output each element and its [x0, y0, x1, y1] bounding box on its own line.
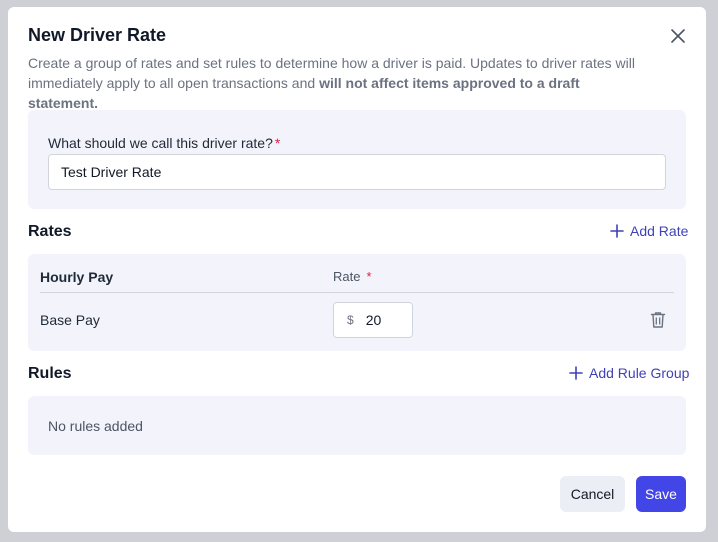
- empty-rules-text: No rules added: [48, 418, 143, 434]
- trash-icon[interactable]: [650, 311, 666, 329]
- close-button[interactable]: [669, 27, 687, 45]
- name-field-label: What should we call this driver rate? *: [48, 135, 280, 151]
- name-field-label-text: What should we call this driver rate?: [48, 135, 273, 151]
- close-icon[interactable]: [669, 27, 687, 45]
- add-rate-button[interactable]: Add Rate: [610, 223, 688, 239]
- column-header-rate-text: Rate: [333, 269, 361, 284]
- required-marker: *: [366, 269, 372, 284]
- rules-heading: Rules: [28, 365, 72, 382]
- delete-rate-button[interactable]: [650, 311, 666, 329]
- cancel-button[interactable]: Cancel: [560, 476, 625, 512]
- base-pay-rate-field[interactable]: $: [333, 302, 413, 338]
- modal-title: New Driver Rate: [28, 25, 167, 45]
- plus-icon: [610, 224, 624, 238]
- modal-description: Create a group of rates and set rules to…: [28, 53, 648, 113]
- currency-prefix: $: [347, 313, 354, 327]
- add-rule-group-button[interactable]: Add Rule Group: [569, 365, 689, 381]
- rates-heading: Rates: [28, 223, 72, 240]
- rates-table: Hourly Pay Rate * Base Pay $: [28, 254, 686, 351]
- plus-icon: [569, 366, 583, 380]
- column-header-hourly-pay: Hourly Pay: [40, 269, 114, 285]
- rules-panel: No rules added: [28, 396, 686, 455]
- required-marker: *: [274, 135, 281, 151]
- driver-rate-name-input[interactable]: [48, 154, 666, 190]
- add-rule-group-label: Add Rule Group: [589, 365, 690, 381]
- table-divider: [40, 292, 674, 293]
- add-rate-label: Add Rate: [630, 223, 689, 239]
- column-header-rate: Rate *: [333, 269, 372, 284]
- rate-row-label: Base Pay: [40, 312, 100, 328]
- base-pay-rate-input[interactable]: [365, 312, 406, 328]
- save-button[interactable]: Save: [636, 476, 686, 512]
- new-driver-rate-modal: New Driver Rate Create a group of rates …: [8, 7, 706, 532]
- name-panel: What should we call this driver rate? *: [28, 110, 686, 209]
